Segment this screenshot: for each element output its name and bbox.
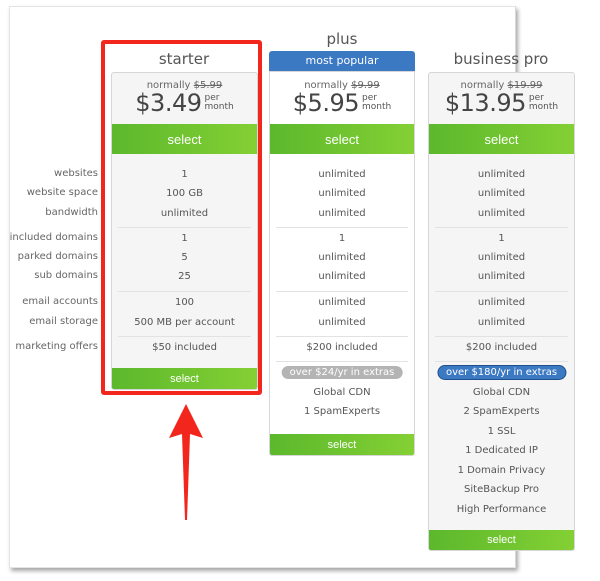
- feature-marketing-offers: $200 included: [306, 342, 378, 353]
- label-website-space: website space: [26, 187, 98, 198]
- feature-email-storage: unlimited: [477, 317, 526, 328]
- extra-item: 1 SpamExperts: [303, 406, 381, 417]
- up-arrow-icon: [169, 404, 203, 520]
- feature-email-storage: unlimited: [318, 317, 366, 328]
- plan-title-plus: plus: [326, 30, 358, 48]
- extra-item: High Performance: [456, 504, 547, 515]
- feature-parked-domains: unlimited: [477, 252, 526, 263]
- period-label: month: [362, 102, 392, 112]
- feature-included-domains: 1: [338, 233, 346, 244]
- plan-title-business-pro: business pro: [453, 50, 549, 68]
- label-bandwidth: bandwidth: [45, 207, 98, 218]
- divider: [276, 336, 408, 337]
- feature-included-domains: 1: [498, 233, 505, 244]
- feature-website-space: unlimited: [477, 188, 526, 199]
- feature-websites: unlimited: [318, 169, 366, 180]
- period-label: month: [528, 102, 559, 112]
- price: $5.95: [292, 89, 360, 117]
- feature-email-accounts: unlimited: [477, 297, 526, 308]
- feature-websites: unlimited: [477, 169, 526, 180]
- divider: [276, 361, 408, 362]
- highlight-box: [101, 40, 262, 395]
- extra-item: Global CDN: [313, 387, 371, 398]
- divider: [276, 227, 408, 228]
- label-marketing-offers: marketing offers: [15, 341, 98, 352]
- plan-card-business-pro: normally $19.99 $13.95 per month select u…: [428, 72, 575, 551]
- select-button-bottom[interactable]: select: [429, 530, 574, 550]
- price-block: normally $9.99 $5.95 per month: [270, 80, 414, 117]
- select-button-bottom[interactable]: select: [270, 434, 414, 455]
- extras-pill: over $24/yr in extras: [281, 366, 403, 379]
- extra-item: 1 Domain Privacy: [457, 465, 546, 476]
- feature-labels: websites website space bandwidth include…: [0, 0, 98, 581]
- label-email-accounts: email accounts: [22, 296, 98, 307]
- extra-item: 2 SpamExperts: [463, 406, 540, 417]
- feature-bandwidth: unlimited: [477, 208, 526, 219]
- most-popular-badge: most popular: [269, 51, 415, 71]
- feature-parked-domains: unlimited: [318, 252, 366, 263]
- label-parked-domains: parked domains: [17, 251, 98, 262]
- label-email-storage: email storage: [29, 316, 98, 327]
- divider: [435, 291, 568, 292]
- select-button-top[interactable]: select: [270, 124, 414, 154]
- label-sub-domains: sub domains: [34, 270, 98, 281]
- divider: [435, 227, 568, 228]
- extra-item: Global CDN: [472, 387, 531, 398]
- extra-item: SiteBackup Pro: [464, 484, 539, 495]
- feature-marketing-offers: $200 included: [465, 342, 538, 353]
- label-websites: websites: [54, 168, 98, 179]
- label-included-domains: included domains: [9, 232, 98, 243]
- feature-bandwidth: unlimited: [318, 208, 366, 219]
- divider: [435, 336, 568, 337]
- feature-email-accounts: unlimited: [318, 297, 366, 308]
- extra-item: 1 Dedicated IP: [465, 445, 538, 456]
- price-block: normally $19.99 $13.95 per month: [429, 80, 574, 117]
- feature-website-space: unlimited: [318, 188, 366, 199]
- feature-sub-domains: unlimited: [318, 271, 366, 282]
- divider: [276, 291, 408, 292]
- extra-item: 1 SSL: [487, 426, 516, 437]
- select-button-top[interactable]: select: [429, 124, 574, 154]
- extras-pill: over $180/yr in extras: [436, 365, 567, 380]
- plan-card-plus: normally $9.99 $5.95 per month select unl…: [269, 71, 415, 456]
- feature-sub-domains: unlimited: [477, 271, 526, 282]
- divider: [435, 361, 568, 362]
- price: $13.95: [444, 89, 526, 117]
